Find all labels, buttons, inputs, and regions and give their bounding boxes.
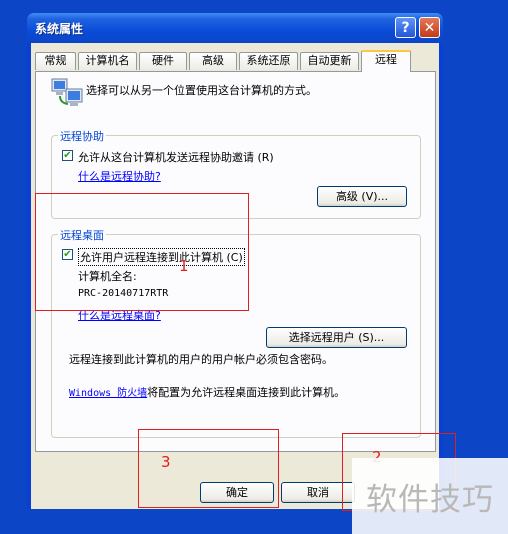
tab-advanced[interactable]: 高级 bbox=[189, 52, 237, 70]
tab-remote[interactable]: 远程 bbox=[361, 50, 411, 72]
tab-label: 自动更新 bbox=[307, 54, 352, 67]
advanced-button[interactable]: 高级 (V)... bbox=[317, 186, 407, 207]
annotation-number: 3 bbox=[161, 453, 171, 471]
tab-hardware[interactable]: 硬件 bbox=[139, 52, 187, 70]
annotation-box-remote-desktop bbox=[35, 193, 249, 311]
tab-label: 高级 bbox=[202, 54, 224, 67]
question-mark-icon: ? bbox=[401, 19, 410, 36]
remote-computers-icon bbox=[51, 78, 83, 106]
title-bar[interactable]: 系统属性 ? ✕ bbox=[27, 13, 443, 43]
firewall-note: Windows 防火墙将配置为允许远程桌面连接到此计算机。 bbox=[69, 384, 345, 400]
window-title: 系统属性 bbox=[35, 22, 84, 36]
checkmark-icon: ✔ bbox=[63, 150, 72, 161]
windows-firewall-link[interactable]: Windows 防火墙 bbox=[69, 388, 147, 399]
tab-computer-name[interactable]: 计算机名 bbox=[78, 52, 137, 70]
password-requirement-note: 远程连接到此计算机的用户的用户帐户必须包含密码。 bbox=[69, 353, 333, 366]
tab-general[interactable]: 常规 bbox=[35, 52, 76, 70]
tab-label: 常规 bbox=[44, 54, 67, 67]
tab-label: 硬件 bbox=[152, 54, 174, 67]
help-button[interactable]: ? bbox=[395, 17, 416, 38]
tab-label: 系统还原 bbox=[246, 54, 291, 67]
remote-assistance-checkbox[interactable]: ✔ bbox=[62, 150, 73, 161]
intro-text: 选择可以从另一个位置使用这台计算机的方式。 bbox=[86, 84, 317, 97]
watermark: 软件技巧 bbox=[352, 458, 508, 534]
select-remote-users-button[interactable]: 选择远程用户 (S)... bbox=[266, 327, 407, 348]
close-button[interactable]: ✕ bbox=[419, 17, 440, 38]
annotation-number: 1 bbox=[179, 257, 189, 275]
remote-assistance-heading: 远程协助 bbox=[58, 128, 106, 144]
annotation-box-ok bbox=[138, 429, 279, 508]
what-is-remote-assistance-link[interactable]: 什么是远程协助? bbox=[78, 168, 161, 184]
tab-system-restore[interactable]: 系统还原 bbox=[239, 52, 298, 70]
tab-automatic-updates[interactable]: 自动更新 bbox=[300, 52, 359, 70]
tab-label: 远程 bbox=[375, 53, 397, 66]
tab-label: 计算机名 bbox=[85, 54, 130, 67]
close-icon: ✕ bbox=[423, 19, 436, 36]
firewall-note-text: 将配置为允许远程桌面连接到此计算机。 bbox=[147, 386, 346, 399]
remote-assistance-checkbox-label[interactable]: 允许从这台计算机发送远程协助邀请 (R) bbox=[78, 149, 274, 165]
